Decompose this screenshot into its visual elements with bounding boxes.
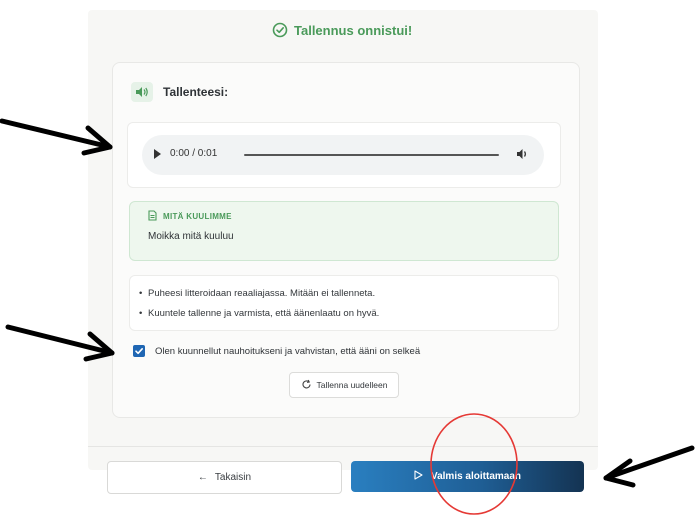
confirmation-row[interactable]: Olen kuunnellut nauhoitukseni ja vahvist… [133,345,420,357]
recording-header: Tallenteesi: [131,82,228,102]
transcript-header: MITÄ KUULIMME [148,210,232,223]
transcript-text: Moikka mitä kuuluu [148,231,234,242]
back-label: Takaisin [214,472,252,483]
info-box: Puheesi litteroidaan reaaliajassa. Mitää… [129,275,559,331]
annotation-arrow-ready [603,445,695,488]
checkmark-icon [135,348,143,355]
info-bullet: Puheesi litteroidaan reaaliajassa. Mitää… [139,288,375,299]
success-text: Tallennus onnistui! [294,22,413,38]
document-icon [148,210,157,223]
transcript-title: MITÄ KUULIMME [163,212,232,221]
audio-player[interactable]: 0:00 / 0:01 [142,135,544,175]
info-bullet: Kuuntele tallenne ja varmista, että ääne… [139,308,379,319]
rerecord-button[interactable]: Tallenna uudelleen [289,372,399,398]
back-button[interactable]: ← Takaisin [107,461,342,494]
check-circle-icon [272,22,288,38]
confirmation-checkbox[interactable] [133,345,145,357]
ready-button[interactable]: Valmis aloittamaan [351,461,584,492]
volume-icon[interactable] [516,147,530,166]
play-outline-icon [414,470,423,483]
ready-label: Valmis aloittamaan [430,471,522,482]
audio-progress-track[interactable] [244,154,499,156]
recording-heading: Tallenteesi: [163,85,229,99]
refresh-icon [301,379,312,392]
confirmation-label[interactable]: Olen kuunnellut nauhoitukseni ja vahvist… [155,346,420,357]
footer-divider [88,446,598,447]
arrow-left-icon: ← [197,472,208,483]
audio-time: 0:00 / 0:01 [170,148,218,159]
success-message: Tallennus onnistui! [272,22,412,38]
speaker-icon [131,82,153,102]
rerecord-label: Tallenna uudelleen [316,380,388,390]
play-icon[interactable] [154,149,161,159]
